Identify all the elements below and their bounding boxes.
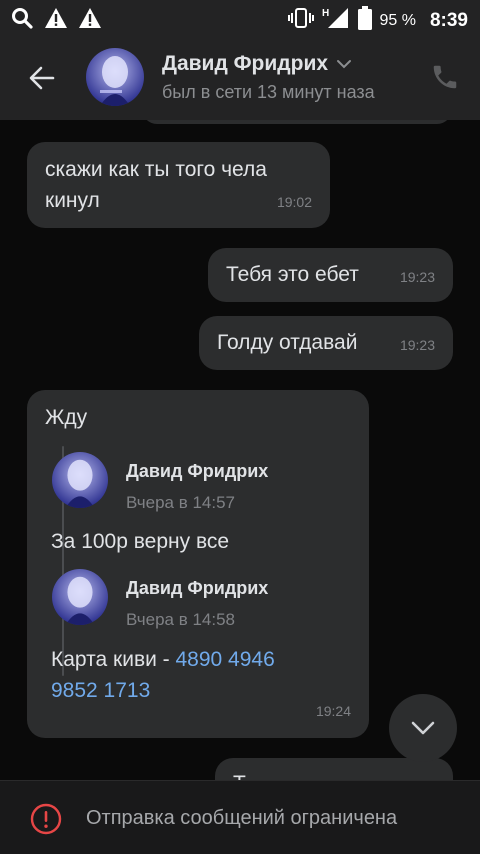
alert-circle-icon <box>30 803 62 835</box>
message-bubble-outgoing[interactable]: Голду отдавай 19:23 <box>199 316 453 370</box>
last-seen-status: был в сети 13 минут наза <box>162 82 375 102</box>
message-text: кинул <box>45 189 100 212</box>
input-restricted-bar: Отправка сообщений ограничена <box>0 780 480 854</box>
message-bubble-incoming[interactable]: Жду Давид Фридрих Вчера в 14:57 За 100р … <box>27 390 369 738</box>
chat-header: Давид Фридрих был в сети 13 минут наза <box>0 36 480 120</box>
restriction-message: Отправка сообщений ограничена <box>86 807 398 829</box>
message-text: Т <box>233 768 246 780</box>
message-time: 19:02 <box>276 194 312 210</box>
contact-name-text: Давид Фридрих <box>162 52 329 75</box>
card-number-link[interactable]: 4890 4946 <box>176 648 275 671</box>
message-time: 19:24 <box>315 703 351 719</box>
clock: 8:39 <box>429 9 468 31</box>
status-bar: H 95 % 8:39 <box>0 0 480 36</box>
svg-text:H: H <box>322 8 329 19</box>
forwarded-text: За 100р верну все <box>51 530 230 553</box>
forwarded-date: Вчера в 14:57 <box>126 493 236 512</box>
back-button[interactable] <box>24 60 60 96</box>
arrow-left-icon <box>29 66 55 90</box>
forwarded-author[interactable]: Давид Фридрих <box>126 456 268 487</box>
message-bubble-partial <box>142 120 452 124</box>
message-text: Тебя это ебет <box>226 263 359 286</box>
forwarded-text-prefix: Карта киви - <box>51 648 176 671</box>
forwarded-text: Карта киви - 4890 4946 <box>51 644 275 675</box>
call-button[interactable] <box>430 62 462 94</box>
forwarded-avatar[interactable] <box>52 569 108 625</box>
search-icon <box>10 6 34 35</box>
vibrate-icon <box>287 7 314 34</box>
message-time: 19:23 <box>399 269 435 285</box>
warning-icon <box>44 7 68 34</box>
battery-percent: 95 % <box>379 11 416 29</box>
signal-h-icon: H <box>322 6 350 35</box>
forwarded-avatar[interactable] <box>52 452 108 508</box>
message-bubble-incoming[interactable]: скажи как ты того чела кинул 19:02 <box>27 142 330 228</box>
forwarded-date: Вчера в 14:58 <box>126 610 236 629</box>
contact-name[interactable]: Давид Фридрих <box>162 52 352 76</box>
chevron-down-icon <box>337 60 352 69</box>
message-text: Голду отдавай <box>217 331 358 354</box>
chevron-down-icon <box>411 721 435 735</box>
message-bubble-outgoing[interactable]: Тебя это ебет 19:23 <box>208 248 453 302</box>
forwarded-author[interactable]: Давид Фридрих <box>126 573 268 604</box>
scroll-down-button[interactable] <box>389 694 457 762</box>
message-time: 19:23 <box>399 337 435 353</box>
message-text: Жду <box>45 406 88 429</box>
warning-icon <box>78 7 102 34</box>
card-number-link[interactable]: 9852 1713 <box>51 675 150 706</box>
contact-avatar[interactable] <box>86 48 144 106</box>
battery-icon <box>357 6 372 35</box>
phone-icon <box>433 65 457 89</box>
message-list[interactable]: скажи как ты того чела кинул 19:02 Тебя … <box>0 120 480 780</box>
message-text: скажи как ты того чела <box>45 158 267 181</box>
